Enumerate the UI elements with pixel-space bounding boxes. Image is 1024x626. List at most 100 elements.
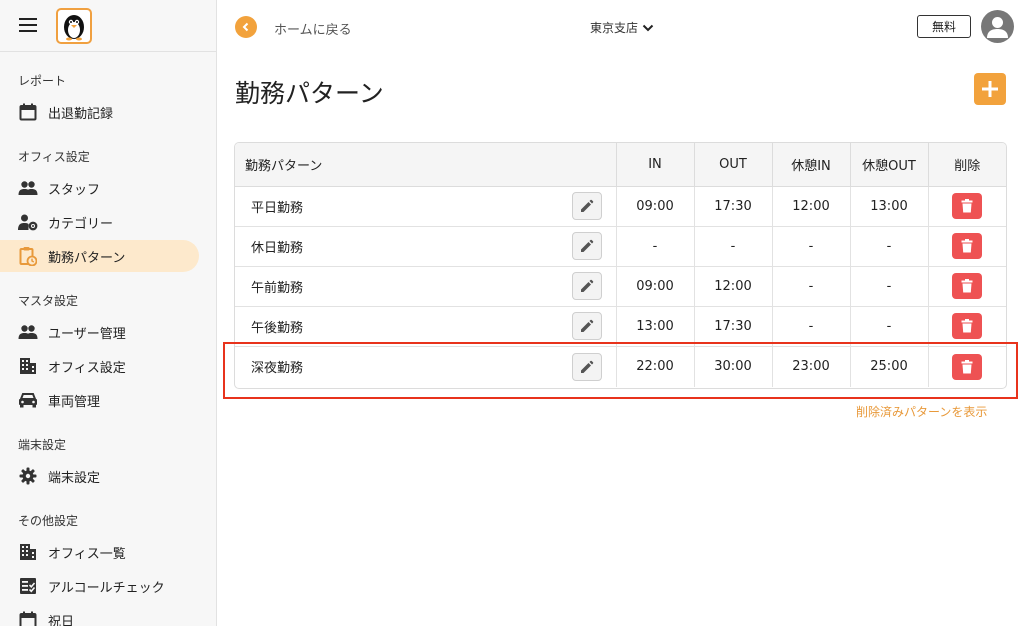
people-icon [18, 322, 38, 342]
sidebar-item-terminal-settings[interactable]: 端末設定 [0, 460, 199, 492]
calendar-icon [18, 102, 38, 122]
out-time: 12:00 [693, 266, 772, 307]
out-time: 17:30 [693, 306, 772, 347]
trash-icon [961, 279, 973, 293]
menu-icon[interactable] [19, 18, 37, 32]
building-icon [18, 542, 38, 562]
pattern-name: 午前勤務 [251, 280, 304, 296]
trash-icon [961, 319, 973, 333]
back-button[interactable] [235, 16, 257, 38]
delete-cell [927, 186, 1006, 227]
table-row: 平日勤務 09:00 17:30 12:00 13:00 [235, 186, 1006, 227]
sidebar-item-label: オフィス一覧 [48, 546, 126, 562]
sidebar-item-office-list[interactable]: オフィス一覧 [0, 536, 199, 568]
break-out-time: - [849, 306, 928, 347]
sidebar-item-vehicle-management[interactable]: 車両管理 [0, 384, 199, 416]
show-deleted-patterns-link[interactable]: 削除済みパターンを表示 [856, 403, 987, 420]
sidebar-item-alcohol-check[interactable]: アルコールチェック [0, 570, 199, 602]
sidebar-item-category[interactable]: カテゴリー [0, 206, 199, 238]
table-row: 午前勤務 09:00 12:00 - - [235, 266, 1006, 307]
sidebar-item-staff[interactable]: スタッフ [0, 172, 199, 204]
sidebar-section-report: レポート [18, 74, 67, 88]
column-header-break-out: 休憩OUT [849, 143, 928, 187]
person-gear-icon [18, 212, 38, 232]
sidebar-item-label: アルコールチェック [48, 580, 165, 596]
sidebar-header [0, 0, 216, 52]
break-in-time: - [771, 266, 850, 307]
penguin-logo[interactable] [56, 8, 92, 44]
trash-icon [961, 239, 973, 253]
pattern-name: 午後勤務 [251, 320, 304, 336]
sidebar-section-terminal: 端末設定 [18, 438, 67, 452]
pattern-name: 休日勤務 [251, 240, 304, 256]
user-avatar-icon [987, 17, 1008, 38]
car-icon [18, 390, 38, 410]
sidebar-item-label: スタッフ [48, 182, 101, 198]
out-time: - [693, 226, 772, 267]
sidebar-item-label: 出退勤記録 [48, 106, 114, 122]
sidebar-item-label: 端末設定 [48, 470, 101, 486]
clipboard-clock-icon [18, 246, 38, 266]
gear-icon [18, 466, 38, 486]
row-highlight-annotation [223, 342, 1018, 399]
delete-button[interactable] [952, 313, 983, 339]
plus-icon [982, 81, 998, 97]
delete-cell [927, 306, 1006, 347]
calendar-icon [18, 610, 38, 626]
pencil-icon [580, 239, 593, 252]
chevron-left-icon [242, 22, 249, 32]
sidebar-item-label: 車両管理 [48, 394, 101, 410]
chevron-down-icon [642, 24, 654, 31]
pattern-name-cell: 午後勤務 [235, 306, 616, 347]
break-in-time: 12:00 [771, 186, 850, 227]
add-pattern-button[interactable] [974, 73, 1006, 105]
edit-button[interactable] [571, 232, 602, 260]
break-in-time: - [771, 306, 850, 347]
sidebar-item-holidays[interactable]: 祝日 [0, 604, 199, 626]
in-time: 09:00 [615, 266, 694, 307]
sidebar-item-attendance[interactable]: 出退勤記録 [0, 96, 199, 128]
column-header-pattern: 勤務パターン [235, 143, 616, 187]
table-header-row: 勤務パターン IN OUT 休憩IN 休憩OUT 削除 [235, 143, 1006, 187]
table-row: 休日勤務 - - - - [235, 226, 1006, 267]
break-in-time: - [771, 226, 850, 267]
delete-cell [927, 226, 1006, 267]
avatar[interactable] [981, 10, 1014, 43]
sidebar-item-office-settings[interactable]: オフィス設定 [0, 350, 199, 382]
edit-button[interactable] [571, 192, 602, 220]
break-out-time: - [849, 226, 928, 267]
sidebar-item-work-pattern[interactable]: 勤務パターン [0, 240, 199, 272]
plan-badge[interactable]: 無料 [917, 15, 971, 38]
sidebar-item-label: カテゴリー [48, 216, 114, 232]
edit-button[interactable] [571, 312, 602, 340]
column-header-in: IN [615, 143, 694, 187]
in-time: - [615, 226, 694, 267]
column-header-break-in: 休憩IN [771, 143, 850, 187]
delete-button[interactable] [952, 233, 983, 259]
pattern-name-cell: 午前勤務 [235, 266, 616, 307]
pattern-name-cell: 休日勤務 [235, 226, 616, 267]
sidebar: レポート 出退勤記録 オフィス設定 スタッフ カテゴリー 勤務パターン マスタ設… [0, 0, 217, 626]
sidebar-item-label: 勤務パターン [48, 250, 126, 266]
pattern-name-cell: 平日勤務 [235, 186, 616, 227]
pencil-icon [580, 279, 593, 292]
edit-button[interactable] [571, 272, 602, 300]
delete-button[interactable] [952, 273, 983, 299]
sidebar-item-user-management[interactable]: ユーザー管理 [0, 316, 199, 348]
delete-button[interactable] [952, 193, 983, 219]
page-title: 勤務パターン [235, 79, 384, 108]
table-row: 午後勤務 13:00 17:30 - - [235, 306, 1006, 347]
trash-icon [961, 199, 973, 213]
pencil-icon [580, 319, 593, 332]
sidebar-section-office: オフィス設定 [18, 150, 90, 164]
pattern-name: 平日勤務 [251, 200, 304, 216]
pencil-icon [580, 199, 593, 212]
in-time: 13:00 [615, 306, 694, 347]
back-to-home-link[interactable]: ホームに戻る [274, 19, 352, 38]
out-time: 17:30 [693, 186, 772, 227]
sidebar-section-other: その他設定 [18, 514, 79, 528]
sidebar-item-label: オフィス設定 [48, 360, 126, 376]
column-header-out: OUT [693, 143, 772, 187]
checklist-icon [18, 576, 38, 596]
branch-selector[interactable]: 東京支店 [590, 19, 654, 36]
